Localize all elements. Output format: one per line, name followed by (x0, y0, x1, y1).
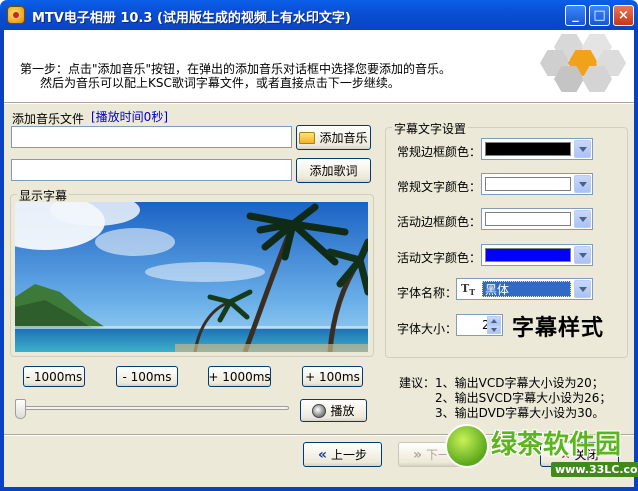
active-text-color-select[interactable] (481, 244, 593, 266)
chevron-down-icon[interactable] (574, 280, 591, 298)
watermark-url: www.33LC.com (551, 462, 638, 477)
previous-step-button[interactable]: « 上一步 (303, 442, 382, 467)
preview-image (15, 202, 368, 352)
subtitle-settings-title: 字幕文字设置 (392, 120, 469, 137)
add-music-button-label: 添加音乐 (319, 131, 368, 145)
normal-border-color-swatch (485, 142, 571, 156)
font-name-select[interactable]: TT 黑体 (456, 278, 593, 300)
double-chevron-right-icon: » (412, 446, 423, 463)
chevron-down-icon[interactable] (574, 246, 591, 264)
normal-text-color-label: 常规文字颜色： (397, 180, 482, 194)
spin-up-icon[interactable] (487, 316, 501, 325)
window-title: MTV电子相册 10.3 (试用版生成的视频上有水印文字) (32, 11, 351, 26)
truetype-font-icon: TT (461, 282, 476, 298)
lyrics-file-input[interactable] (11, 159, 292, 181)
add-music-label: 添加音乐文件 (12, 112, 85, 126)
playback-slider-thumb[interactable] (15, 399, 26, 419)
chevron-down-icon[interactable] (574, 140, 591, 158)
active-text-color-swatch (485, 248, 571, 262)
play-button-label: 播放 (330, 404, 355, 418)
advice-label: 建议： (399, 376, 436, 390)
active-text-color-label: 活动文字颜色： (397, 251, 482, 265)
close-window-button[interactable]: × (613, 5, 634, 26)
music-file-input[interactable] (11, 126, 292, 148)
add-lyrics-button[interactable]: 添加歌词 (296, 158, 371, 183)
minus-100ms-button[interactable]: - 100ms (116, 366, 178, 387)
speaker-icon (312, 403, 327, 418)
font-size-label: 字体大小： (397, 322, 458, 336)
plus-100ms-button[interactable]: + 100ms (302, 366, 363, 387)
minimize-button[interactable]: _ (565, 5, 586, 26)
hexagon-logo-icon (532, 32, 632, 102)
active-border-color-select[interactable] (481, 208, 593, 230)
app-icon (7, 6, 25, 24)
normal-border-color-label: 常规边框颜色： (397, 145, 482, 159)
minus-1000ms-button[interactable]: - 1000ms (23, 366, 85, 387)
font-name-label: 字体名称： (397, 286, 458, 300)
previous-step-label: 上一步 (331, 448, 368, 462)
play-button[interactable]: 播放 (300, 399, 367, 422)
folder-icon (299, 131, 316, 144)
title-bar: MTV电子相册 10.3 (试用版生成的视频上有水印文字) _ □ × (0, 0, 638, 30)
playback-slider-track[interactable] (21, 406, 289, 410)
add-music-button[interactable]: 添加音乐 (296, 125, 371, 150)
normal-text-color-select[interactable] (481, 173, 593, 195)
maximize-button[interactable]: □ (589, 5, 610, 26)
chevron-down-icon[interactable] (574, 210, 591, 228)
normal-text-color-swatch (485, 177, 571, 191)
duration-label: [播放时间0秒] (91, 110, 168, 124)
font-name-value: 黑体 (482, 281, 571, 297)
subtitle-style-sample: 字幕样式 (512, 316, 605, 341)
header-divider (4, 102, 634, 104)
header-panel: 第一步：点击"添加音乐"按钮，在弹出的添加音乐对话框中选择您要添加的音乐。 然后… (4, 30, 634, 102)
leaf-logo-icon (445, 424, 489, 468)
advice-item-3: 3、输出DVD字幕大小设为30。 (435, 406, 605, 420)
chevron-down-icon[interactable] (574, 175, 591, 193)
active-border-color-swatch (485, 212, 571, 226)
instruction-line-2: 然后为音乐可以配上KSC歌词字幕文件，或者直接点击下一步继续。 (40, 76, 400, 90)
watermark-text: 绿茶软件园 (491, 430, 622, 460)
normal-border-color-select[interactable] (481, 138, 593, 160)
site-watermark: 绿茶软件园 www.33LC.com (443, 422, 638, 491)
spin-down-icon[interactable] (487, 325, 501, 334)
double-chevron-left-icon: « (317, 446, 328, 463)
plus-1000ms-button[interactable]: + 1000ms (208, 366, 271, 387)
active-border-color-label: 活动边框颜色： (397, 215, 482, 229)
font-size-stepper[interactable]: 20 (456, 314, 503, 336)
